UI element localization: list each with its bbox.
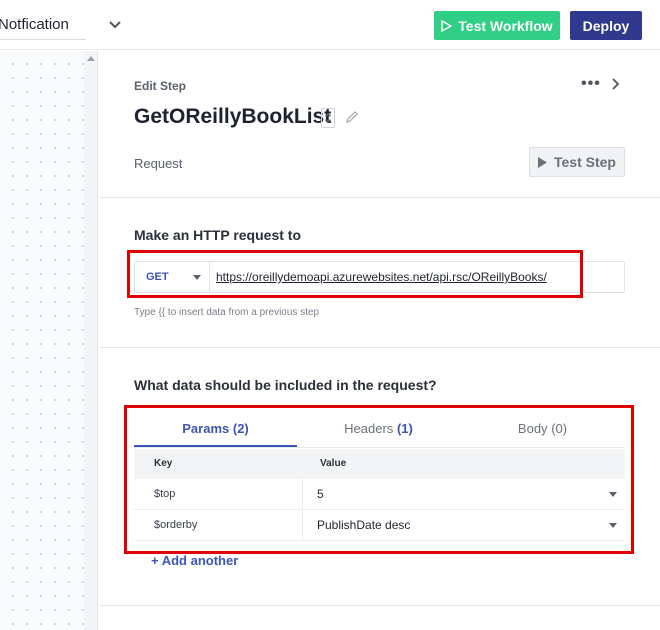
- canvas-scrollbar[interactable]: [84, 51, 98, 630]
- table-row: $top 5: [134, 479, 625, 510]
- divider: [99, 347, 660, 348]
- url-input[interactable]: https://oreillydemoapi.azurewebsites.net…: [216, 262, 547, 292]
- divider: [99, 197, 660, 198]
- http-request-heading: Make an HTTP request to: [134, 227, 302, 243]
- tab-count: (2): [232, 421, 249, 436]
- caret-down-icon: [609, 523, 617, 528]
- step-name[interactable]: GetOReillyBookList: [134, 105, 331, 129]
- param-key[interactable]: $top: [154, 479, 175, 510]
- play-outline-icon: [441, 19, 453, 32]
- workflow-canvas[interactable]: [0, 51, 84, 630]
- play-icon: [538, 156, 547, 168]
- scroll-up-arrow-icon[interactable]: [87, 56, 95, 61]
- more-options-icon[interactable]: •••: [581, 76, 601, 92]
- method-select[interactable]: GET: [135, 262, 210, 292]
- key-column-header: Key: [154, 458, 173, 469]
- request-data-tabs: Params (2) Headers (1) Body (0): [134, 414, 625, 448]
- tab-body[interactable]: Body (0): [460, 414, 625, 447]
- table-header: Key Value: [134, 449, 625, 479]
- step-editor-panel: Edit Step ••• GetOReillyBookList Request…: [99, 51, 660, 630]
- param-value: PublishDate desc: [317, 518, 411, 532]
- insert-data-hint: Type {{ to insert data from a previous s…: [134, 307, 320, 318]
- params-table: Key Value $top 5 $orderby PublishDate de…: [134, 449, 625, 541]
- request-label: Request: [134, 156, 183, 171]
- tab-label: Headers: [344, 421, 394, 436]
- tab-params[interactable]: Params (2): [134, 414, 297, 447]
- test-step-label: Test Step: [554, 154, 616, 170]
- param-value-select[interactable]: PublishDate desc: [302, 510, 625, 541]
- top-bar: Notfication Test Workflow Deploy: [0, 0, 660, 50]
- tab-label: Params: [182, 421, 230, 436]
- test-workflow-label: Test Workflow: [458, 17, 553, 34]
- param-key[interactable]: $orderby: [154, 510, 197, 541]
- tab-label: Body: [517, 421, 548, 436]
- caret-down-icon: [193, 275, 201, 280]
- edit-step-label: Edit Step: [134, 79, 187, 93]
- deploy-button[interactable]: Deploy: [570, 11, 642, 40]
- param-value: 5: [317, 487, 324, 501]
- request-data-heading: What data should be included in the requ…: [134, 377, 437, 393]
- divider: [99, 605, 660, 606]
- test-step-button[interactable]: Test Step: [529, 147, 625, 177]
- stepper-icon[interactable]: [321, 108, 335, 128]
- add-another-button[interactable]: + Add another: [151, 553, 238, 568]
- chevron-down-icon[interactable]: [104, 14, 126, 36]
- caret-down-icon: [609, 492, 617, 497]
- param-value-select[interactable]: 5: [302, 479, 625, 510]
- method-value: GET: [146, 271, 169, 283]
- chevron-right-icon[interactable]: [607, 76, 623, 92]
- http-request-row: GET https://oreillydemoapi.azurewebsites…: [134, 261, 625, 293]
- value-column-header: Value: [320, 458, 347, 469]
- test-workflow-button[interactable]: Test Workflow: [434, 11, 560, 40]
- tab-count: (0): [551, 421, 568, 436]
- workflow-title[interactable]: Notfication: [0, 8, 86, 40]
- table-row: $orderby PublishDate desc: [134, 510, 625, 541]
- pencil-icon[interactable]: [344, 109, 360, 125]
- tab-count: (1): [396, 421, 413, 436]
- tab-headers[interactable]: Headers (1): [297, 414, 460, 447]
